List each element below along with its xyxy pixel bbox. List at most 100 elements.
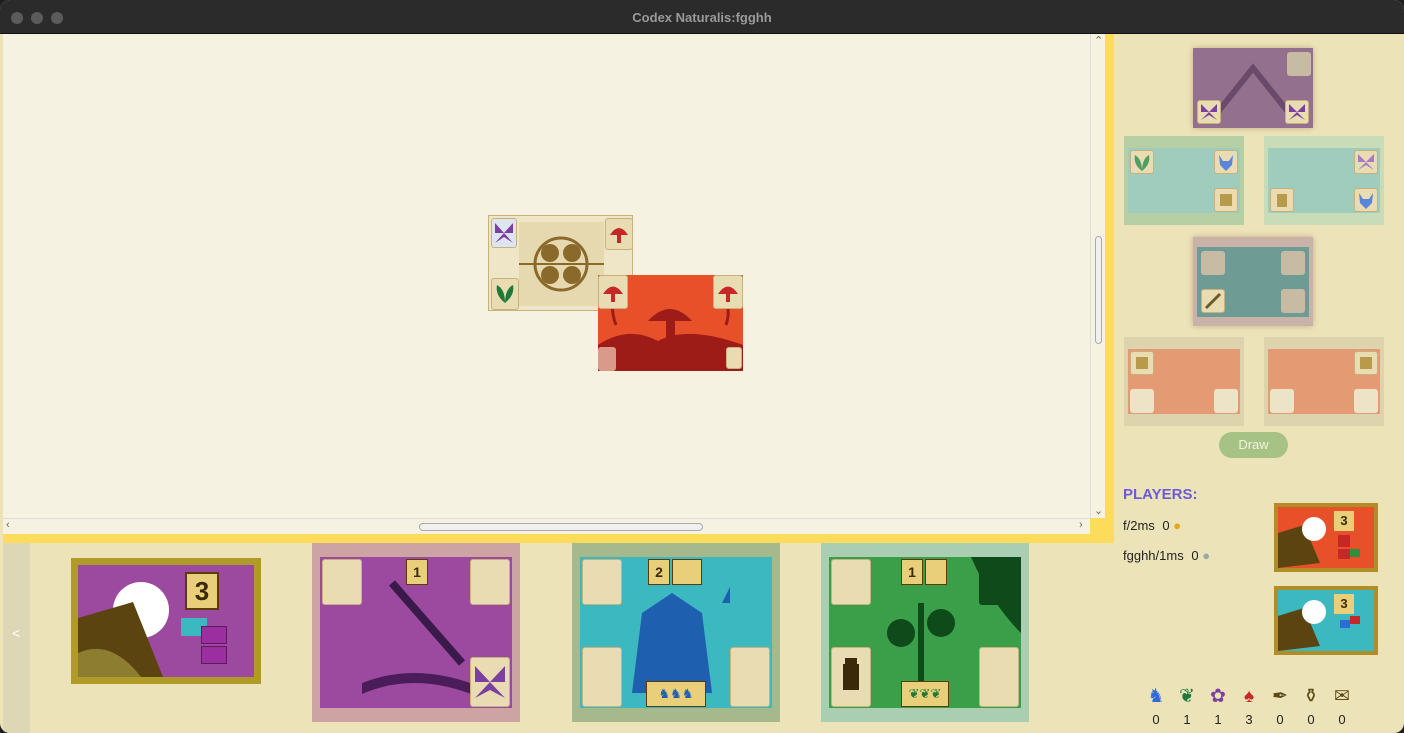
wolf-icon xyxy=(1354,188,1378,212)
vertical-scrollbar[interactable]: ⌃ ⌄ xyxy=(1090,34,1105,518)
scroll-icon xyxy=(1214,188,1238,212)
inkwell-counter: ⚱ 0 xyxy=(1296,686,1326,727)
scroll-counter: ✉ 0 xyxy=(1327,686,1357,727)
butterfly-icon xyxy=(491,218,517,248)
butterfly-icon xyxy=(470,657,510,707)
player-score: 0 xyxy=(1191,548,1199,563)
placement-cost: ♞♞♞ xyxy=(646,681,706,707)
inkwell-icon xyxy=(831,647,871,707)
objective-points: 3 xyxy=(1334,594,1354,614)
teal-deck-card[interactable] xyxy=(1193,237,1313,326)
empty-corner xyxy=(582,559,622,605)
butterfly-icon xyxy=(1354,150,1378,174)
empty-corner xyxy=(1281,289,1305,313)
horizontal-scroll-thumb[interactable] xyxy=(419,523,703,531)
empty-corner xyxy=(1130,389,1154,413)
hand-card-green[interactable]: 1 ❦❦❦ xyxy=(821,543,1029,722)
game-window: Codex Naturalis:fgghh ⌃ ⌄ ‹ › Draw PLAYE… xyxy=(0,0,1404,733)
empty-corner xyxy=(1354,389,1378,413)
mushroom-icon xyxy=(713,275,743,309)
board-panel: ⌃ ⌄ ‹ › xyxy=(3,34,1114,543)
empty-corner xyxy=(726,347,742,369)
butterfly-icon xyxy=(1197,100,1221,124)
butterfly-icon xyxy=(1285,100,1309,124)
empty-corner xyxy=(1214,389,1238,413)
secret-objective-card[interactable]: 3 xyxy=(71,558,261,684)
empty-corner xyxy=(470,559,510,605)
mushroom-icon xyxy=(605,218,632,250)
empty-corner xyxy=(322,559,362,605)
player-score: 0 xyxy=(1162,518,1170,533)
card-points: 1 xyxy=(901,559,923,585)
mushroom-counter: ♠ 3 xyxy=(1234,686,1264,727)
objective-points: 3 xyxy=(185,572,219,610)
corner-count-icon xyxy=(672,559,702,585)
scroll-up-arrow[interactable]: ⌃ xyxy=(1094,34,1103,47)
butterfly-counter: ✿ 1 xyxy=(1203,686,1233,727)
empty-corner xyxy=(979,647,1019,707)
hand-card-purple[interactable]: 1 xyxy=(312,543,520,722)
scroll-icon xyxy=(1354,351,1378,375)
deck-card-red-2[interactable] xyxy=(1264,337,1384,426)
players-title: PLAYERS: xyxy=(1123,486,1198,503)
gold-medal-icon: ● xyxy=(1173,518,1182,533)
card-points: 1 xyxy=(406,559,428,585)
silver-medal-icon: ● xyxy=(1202,548,1211,563)
player-row[interactable]: f/2ms 0 ● xyxy=(1123,518,1181,533)
hidden-corner xyxy=(730,559,770,605)
empty-corner xyxy=(831,559,871,605)
player-objective-card-teal[interactable]: 3 xyxy=(1274,586,1378,655)
empty-corner xyxy=(1281,251,1305,275)
quill-icon: ✒ xyxy=(1272,686,1288,707)
inkwell-icon xyxy=(1270,188,1294,212)
quill-icon xyxy=(1201,289,1225,313)
horizontal-scrollbar[interactable]: ‹ › xyxy=(3,518,1090,534)
scroll-left-arrow[interactable]: ‹ xyxy=(6,519,10,531)
vertical-scroll-thumb[interactable] xyxy=(1095,236,1102,344)
inkwell-icon: ⚱ xyxy=(1303,686,1319,707)
butterfly-icon: ✿ xyxy=(1210,686,1226,707)
hand-card-teal[interactable]: 2 ♞♞♞ xyxy=(572,543,780,722)
window-title: Codex Naturalis:fgghh xyxy=(632,10,772,25)
player-label: f/2ms xyxy=(1123,518,1155,533)
mushroom-icon: ♠ xyxy=(1243,686,1255,707)
player-label: fgghh/1ms xyxy=(1123,548,1184,563)
wolf-icon xyxy=(1214,150,1238,174)
leaf-counter: ❦ 1 xyxy=(1172,686,1202,727)
hidden-corner xyxy=(322,661,362,707)
empty-corner xyxy=(1270,389,1294,413)
hidden-corner xyxy=(979,559,1019,605)
scroll-down-arrow[interactable]: ⌄ xyxy=(1094,504,1103,517)
player-objective-card-red[interactable]: 3 xyxy=(1274,503,1378,572)
draw-button[interactable]: Draw xyxy=(1219,432,1288,458)
play-board[interactable] xyxy=(3,34,1090,518)
mushroom-icon xyxy=(598,275,628,309)
empty-corner xyxy=(730,647,770,707)
deck-card-red-1[interactable] xyxy=(1124,337,1244,426)
wolf-counter: ♞ 0 xyxy=(1141,686,1171,727)
empty-corner xyxy=(598,347,616,371)
wolf-icon: ♞ xyxy=(1147,686,1165,707)
empty-corner xyxy=(582,647,622,707)
scroll-icon: ✉ xyxy=(1334,686,1350,707)
purple-deck-card[interactable] xyxy=(1193,48,1313,128)
hand-nav-button[interactable]: < xyxy=(3,543,30,733)
hand-panel: 3 1 2 ♞♞♞ 1 ❦❦❦ xyxy=(30,543,1114,733)
inkwell-icon xyxy=(925,559,947,585)
placement-cost: ❦❦❦ xyxy=(901,681,949,707)
deck-card-teal-1[interactable] xyxy=(1124,136,1244,225)
red-card[interactable] xyxy=(598,275,743,371)
leaf-icon xyxy=(1130,150,1154,174)
empty-corner xyxy=(1287,52,1311,76)
leaf-icon xyxy=(491,278,519,310)
quill-counter: ✒ 0 xyxy=(1265,686,1295,727)
leaf-icon: ❦ xyxy=(1179,686,1195,707)
card-points: 2 xyxy=(648,559,670,585)
empty-corner xyxy=(1201,251,1225,275)
title-bar: Codex Naturalis:fgghh xyxy=(0,0,1404,34)
objective-points: 3 xyxy=(1334,511,1354,531)
deck-card-teal-2[interactable] xyxy=(1264,136,1384,225)
player-row[interactable]: fgghh/1ms 0 ● xyxy=(1123,548,1210,563)
scroll-right-arrow[interactable]: › xyxy=(1079,519,1083,531)
scroll-icon xyxy=(1130,351,1154,375)
